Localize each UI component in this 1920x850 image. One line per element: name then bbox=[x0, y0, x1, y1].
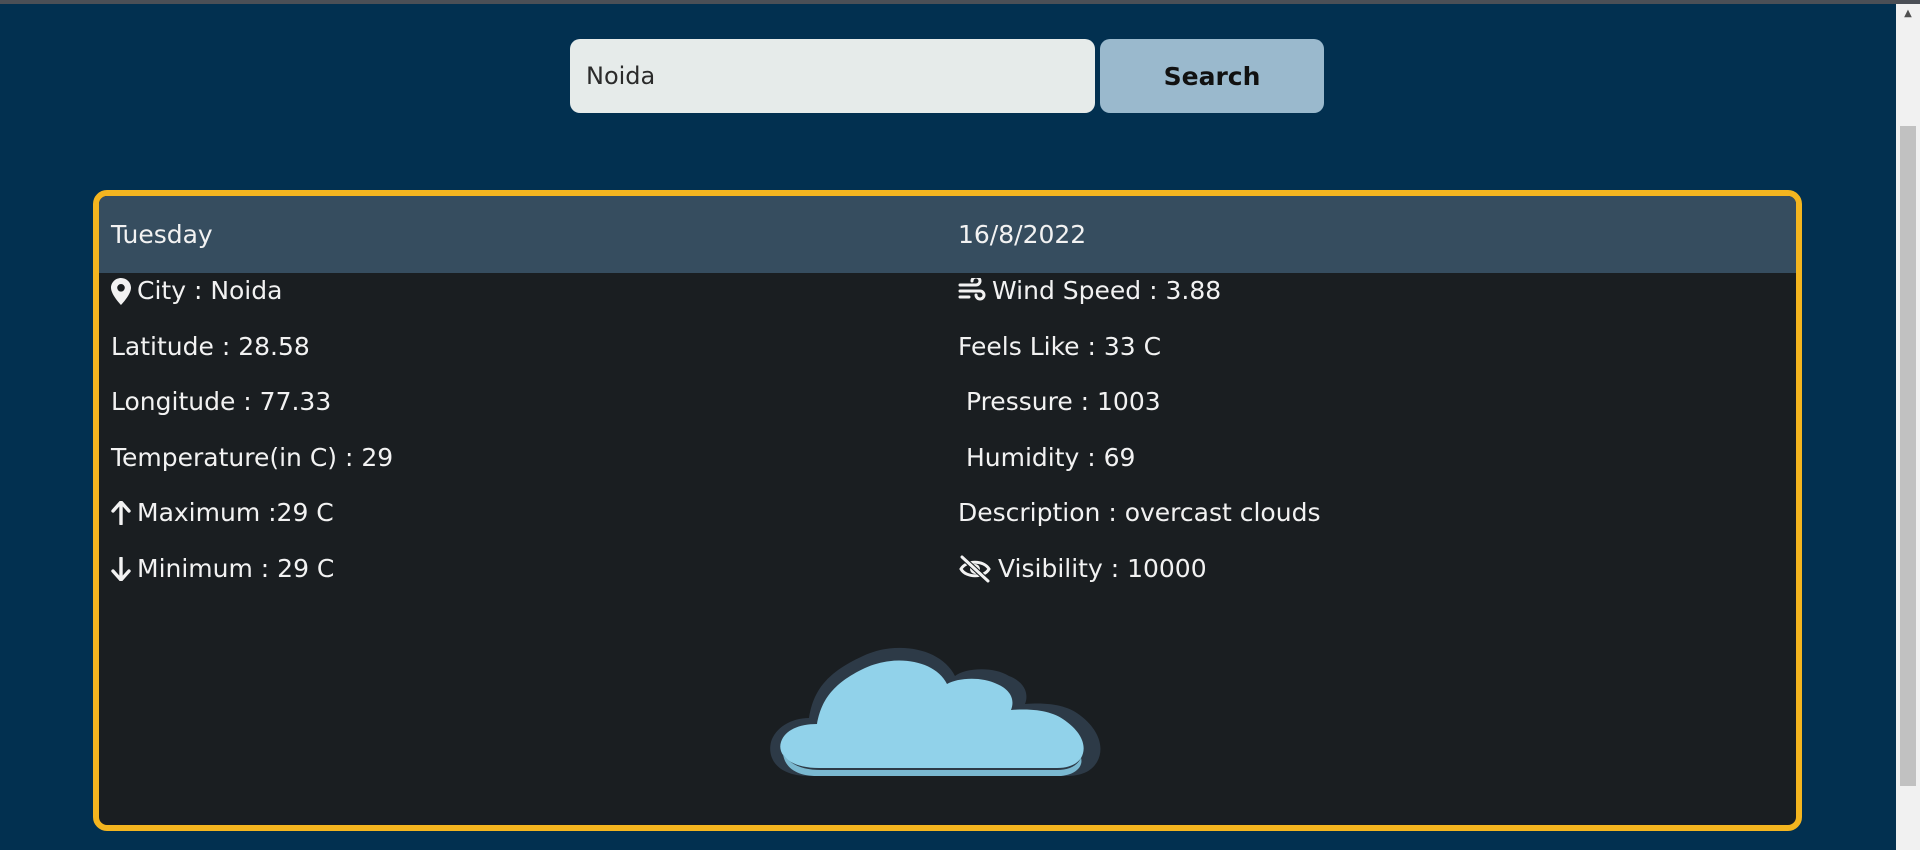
maximum-text: Maximum :29 C bbox=[137, 498, 334, 527]
latitude-row: Latitude : 28.58 bbox=[111, 332, 310, 362]
latitude-text: Latitude : 28.58 bbox=[111, 332, 310, 361]
day-text: Tuesday bbox=[111, 220, 213, 249]
arrow-up-icon bbox=[111, 501, 131, 525]
minimum-text: Minimum : 29 C bbox=[137, 554, 335, 583]
wind-speed-text: Wind Speed : 3.88 bbox=[992, 276, 1222, 305]
search-bar: Search bbox=[570, 39, 1324, 113]
search-input[interactable] bbox=[570, 39, 1095, 113]
longitude-row: Longitude : 77.33 bbox=[111, 387, 331, 417]
scrollbar[interactable]: ▲ bbox=[1896, 4, 1920, 850]
temperature-text: Temperature(in C) : 29 bbox=[111, 443, 394, 472]
scroll-thumb[interactable] bbox=[1900, 126, 1916, 786]
minimum-row: Minimum : 29 C bbox=[111, 554, 334, 584]
cloud-icon bbox=[765, 644, 1137, 780]
temperature-row: Temperature(in C) : 29 bbox=[111, 443, 393, 473]
map-pin-icon bbox=[111, 277, 131, 305]
description-row: Description : overcast clouds bbox=[958, 498, 1320, 528]
wind-icon bbox=[958, 278, 986, 304]
feels-like-text: Feels Like : 33 C bbox=[958, 332, 1162, 361]
arrow-down-icon bbox=[111, 557, 131, 581]
visibility-text: Visibility : 10000 bbox=[998, 554, 1207, 583]
humidity-row: Humidity : 69 bbox=[958, 443, 1136, 473]
search-button[interactable]: Search bbox=[1100, 39, 1324, 113]
humidity-text: Humidity : 69 bbox=[958, 443, 1136, 472]
date-text: 16/8/2022 bbox=[958, 220, 1087, 249]
pressure-text: Pressure : 1003 bbox=[958, 387, 1161, 416]
weather-card-header bbox=[99, 196, 1796, 273]
wind-speed-row: Wind Speed : 3.88 bbox=[958, 276, 1221, 306]
visibility-row: Visibility : 10000 bbox=[958, 554, 1207, 584]
eye-slash-icon bbox=[958, 555, 992, 583]
city-row: City : Noida bbox=[111, 276, 282, 306]
longitude-text: Longitude : 77.33 bbox=[111, 387, 332, 416]
weather-card: Tuesday 16/8/2022 City : Noida Latitude … bbox=[93, 190, 1802, 831]
maximum-row: Maximum :29 C bbox=[111, 498, 334, 528]
description-text: Description : overcast clouds bbox=[958, 498, 1321, 527]
window-top-border bbox=[0, 0, 1920, 4]
day-label: Tuesday bbox=[111, 220, 213, 250]
scroll-up-icon[interactable]: ▲ bbox=[1896, 4, 1920, 24]
date-label: 16/8/2022 bbox=[958, 220, 1086, 250]
feels-like-row: Feels Like : 33 C bbox=[958, 332, 1161, 362]
pressure-row: Pressure : 1003 bbox=[958, 387, 1161, 417]
city-text: City : Noida bbox=[137, 276, 283, 305]
